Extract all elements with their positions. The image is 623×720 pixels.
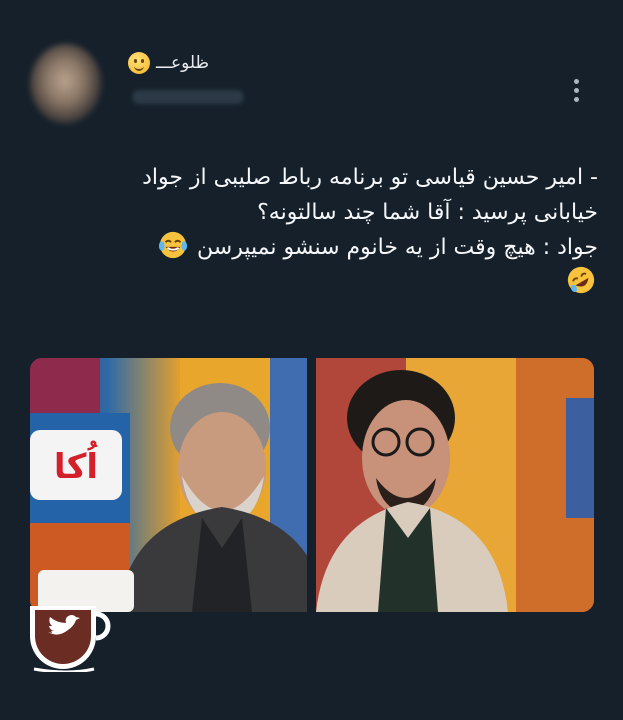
photo-left-image: اُکا [30,358,307,612]
rolling-on-the-floor-laughing-icon [567,266,595,294]
display-name-text: ظلوعـــ [156,53,210,73]
tweet-line: - امیر حسین قیاسی تو برنامه رباط صلیبی ا… [142,165,598,190]
smiling-face-icon [128,52,150,74]
photo-right-image [316,358,594,612]
menu-dot [573,87,579,93]
display-name[interactable]: ظلوعـــ [128,50,232,76]
avatar[interactable] [30,44,102,124]
tweet-line-text: جواد : هیچ وقت از یه خانوم سنشو نمیپرسن [197,235,598,260]
tweet-line: خیابانی پرسید : آقا شما چند سالتونه؟ [257,200,598,225]
coffee-cup-twitter-bird-icon [30,606,111,672]
tweet-text: - امیر حسین قیاسی تو برنامه رباط صلیبی ا… [26,160,598,300]
media-grid[interactable]: اُکا [30,358,594,612]
face-with-tears-of-joy-icon [158,231,188,259]
photo-right[interactable] [316,358,594,612]
username-handle[interactable] [132,90,244,104]
tweet-card: ظلوعـــ - امیر حسین قیاسی تو برنامه رباط… [0,0,623,720]
menu-dot [573,78,579,84]
tweet-line-4 [26,265,598,300]
studio-sign-text: اُکا [54,441,98,487]
more-vertical-icon[interactable] [566,74,586,106]
tweet-line-3: جواد : هیچ وقت از یه خانوم سنشو نمیپرسن [26,230,598,265]
menu-dot [573,96,579,102]
photo-left[interactable]: اُکا [30,358,307,612]
